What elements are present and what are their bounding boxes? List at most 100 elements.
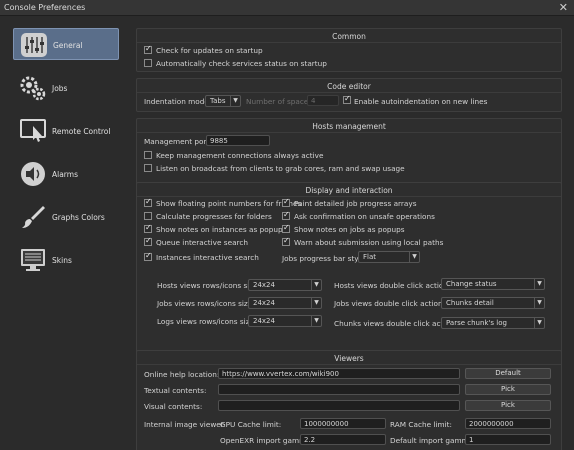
jobs-dblclick-label: Jobs views double click action:	[334, 299, 446, 308]
hosts-dblclick-select[interactable]: Change status ▼	[441, 278, 545, 290]
jobs-rows-select[interactable]: 24x24 ▼	[248, 297, 322, 309]
auto-check-services-checkbox[interactable]	[144, 59, 152, 67]
group-title: Code editor	[327, 82, 371, 91]
visual-contents-field[interactable]	[218, 400, 460, 411]
sidebar-item-remote-control[interactable]: Remote Control	[13, 115, 119, 147]
title-bar: Console Preferences ✕	[0, 0, 574, 16]
jobs-dblclick-select[interactable]: Chunks detail ▼	[441, 297, 545, 309]
divider	[137, 364, 561, 365]
floating-point-label: Show floating point numbers for frames	[156, 199, 302, 208]
management-port-field[interactable]: 9885	[206, 135, 270, 146]
internal-image-viewer-label: Internal image viewer	[144, 420, 224, 429]
warn-local-paths-checkbox[interactable]	[282, 236, 290, 246]
keep-connections-label: Keep management connections always activ…	[156, 151, 324, 160]
progress-bar-style-select[interactable]: Flat ▼	[358, 251, 420, 263]
queue-search-checkbox[interactable]	[144, 236, 152, 246]
chunks-dblclick-value: Parse chunk's log	[446, 319, 507, 327]
notes-instances-label: Show notes on instances as popups	[156, 225, 287, 234]
chevron-down-icon: ▼	[311, 316, 321, 326]
listen-broadcast-label: Listen on broadcast from clients to grab…	[156, 164, 405, 173]
indentation-mode-label: Indentation mode:	[144, 97, 212, 106]
logs-rows-select[interactable]: 24x24 ▼	[248, 315, 322, 327]
openexr-gamma-field[interactable]: 2.2	[300, 434, 386, 445]
jobs-dblclick-value: Chunks detail	[446, 299, 494, 307]
progress-bar-style-value: Flat	[363, 253, 377, 261]
chunks-dblclick-label: Chunks views double click action:	[334, 319, 457, 328]
progress-bar-style-label: Jobs progress bar style:	[282, 254, 368, 263]
sidebar-item-alarms[interactable]: Alarms	[13, 158, 119, 190]
logs-rows-value: 24x24	[253, 317, 275, 325]
keep-connections-checkbox[interactable]	[144, 151, 152, 159]
group-title: Display and interaction	[305, 186, 393, 195]
window-title: Console Preferences	[4, 3, 86, 12]
textual-contents-field[interactable]	[218, 384, 460, 395]
viewers-group: Viewers Online help location: https://ww…	[136, 350, 562, 450]
floating-point-checkbox[interactable]	[144, 197, 152, 207]
number-of-spaces-field[interactable]: 4	[307, 95, 339, 106]
hosts-dblclick-label: Hosts views double click action:	[334, 281, 451, 290]
divider	[137, 196, 561, 197]
notes-jobs-checkbox[interactable]	[282, 223, 290, 233]
calc-progress-label: Calculate progresses for folders	[156, 212, 272, 221]
jobs-rows-value: 24x24	[253, 299, 275, 307]
pick-textual-button[interactable]: Pick	[465, 384, 551, 395]
calc-progress-checkbox[interactable]	[144, 212, 152, 220]
notes-jobs-label: Show notes on jobs as popups	[294, 225, 405, 234]
warn-local-paths-label: Warn about submission using local paths	[294, 238, 444, 247]
sidebar-item-label: Jobs	[52, 84, 68, 93]
ram-cache-label: RAM Cache limit:	[390, 420, 452, 429]
hosts-rows-select[interactable]: 24x24 ▼	[248, 279, 322, 291]
management-port-label: Management port:	[144, 137, 212, 146]
sidebar-item-graphs-colors[interactable]: Graphs Colors	[13, 201, 119, 233]
jobs-rows-label: Jobs views rows/icons size:	[157, 299, 255, 308]
sidebar-item-general[interactable]: General	[13, 28, 119, 60]
chevron-down-icon: ▼	[409, 252, 419, 262]
default-gamma-label: Default import gamma:	[390, 436, 476, 445]
auto-check-services-label: Automatically check services status on s…	[156, 59, 327, 68]
online-help-field[interactable]: https://www.vvertex.com/wiki900	[218, 368, 460, 379]
sidebar-item-label: General	[53, 41, 83, 50]
sidebar-item-label: Skins	[52, 256, 72, 265]
chevron-down-icon: ▼	[534, 318, 544, 328]
default-button[interactable]: Default	[465, 368, 551, 379]
group-title: Viewers	[334, 354, 364, 363]
check-updates-checkbox[interactable]	[144, 44, 152, 54]
sidebar-item-skins[interactable]: Skins	[13, 244, 119, 276]
autoindent-checkbox[interactable]	[343, 94, 351, 104]
chevron-down-icon: ▼	[311, 298, 321, 308]
sidebar-item-jobs[interactable]: Jobs	[13, 72, 119, 104]
hosts-rows-label: Hosts views rows/icons size:	[157, 281, 261, 290]
common-group: Common Check for updates on startup Auto…	[136, 28, 562, 72]
listen-broadcast-checkbox[interactable]	[144, 164, 152, 172]
check-updates-label: Check for updates on startup	[156, 46, 263, 55]
pick-visual-button[interactable]: Pick	[465, 400, 551, 411]
indentation-mode-value: Tabs	[210, 97, 226, 105]
code-editor-group: Code editor Indentation mode: Tabs ▼ Num…	[136, 78, 562, 112]
remote-screen-icon	[20, 119, 46, 142]
textual-contents-label: Textual contents:	[144, 386, 207, 395]
paint-progress-label: Paint detailed job progress arrays	[294, 199, 417, 208]
gpu-cache-label: GPU Cache limit:	[220, 420, 282, 429]
logs-rows-label: Logs views rows/icons size:	[157, 317, 257, 326]
online-help-label: Online help location:	[144, 370, 220, 379]
default-gamma-field[interactable]: 1	[465, 434, 551, 445]
group-title: Hosts management	[312, 122, 386, 131]
sidebar-item-label: Remote Control	[52, 127, 111, 136]
ask-unsafe-checkbox[interactable]	[282, 210, 290, 220]
close-icon[interactable]: ✕	[559, 1, 568, 14]
instances-search-label: Instances interactive search	[156, 253, 259, 262]
monitor-icon	[21, 249, 45, 271]
chevron-down-icon: ▼	[230, 96, 240, 106]
gpu-cache-field[interactable]: 1000000000	[300, 418, 386, 429]
divider	[137, 92, 561, 93]
ram-cache-field[interactable]: 2000000000	[465, 418, 551, 429]
notes-instances-checkbox[interactable]	[144, 223, 152, 233]
chunks-dblclick-select[interactable]: Parse chunk's log ▼	[441, 317, 545, 329]
indentation-mode-select[interactable]: Tabs ▼	[205, 95, 241, 107]
paint-progress-checkbox[interactable]	[282, 197, 290, 207]
divider	[137, 132, 561, 133]
instances-search-checkbox[interactable]	[144, 251, 152, 261]
sidebar-item-label: Graphs Colors	[52, 213, 105, 222]
chevron-down-icon: ▼	[534, 298, 544, 308]
number-of-spaces-label: Number of spaces:	[246, 97, 315, 106]
